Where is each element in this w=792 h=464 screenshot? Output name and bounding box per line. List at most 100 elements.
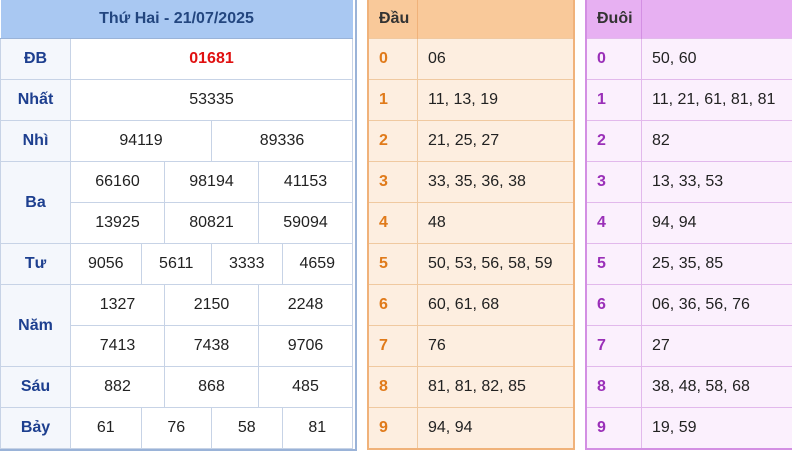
dau-numbers: 06	[417, 38, 573, 80]
prize-row-ba: Ba 66160 98194 41153	[0, 161, 353, 244]
dau-numbers: 33, 35, 36, 38	[417, 161, 573, 203]
results-table: Thứ Hai - 21/07/2025 ĐB 01681 Nhất 53335…	[0, 0, 353, 449]
prize-row-sau: Sáu 882 868 485	[0, 366, 353, 408]
prize-value: 868	[164, 366, 259, 408]
prize-value: 9056	[70, 243, 142, 285]
prize-row-db: ĐB 01681	[0, 38, 353, 80]
dau-row: 8 81, 81, 82, 85	[369, 366, 573, 408]
duoi-digit: 8	[587, 366, 642, 408]
prize-value: 66160	[70, 161, 165, 203]
duoi-row: 9 19, 59	[587, 407, 792, 448]
dau-row: 7 76	[369, 325, 573, 367]
prize-row-nhat: Nhất 53335	[0, 79, 353, 121]
duoi-row: 8 38, 48, 58, 68	[587, 366, 792, 408]
dau-row: 4 48	[369, 202, 573, 244]
dau-digit: 5	[369, 243, 418, 285]
dau-numbers: 60, 61, 68	[417, 284, 573, 326]
duoi-numbers: 82	[641, 120, 792, 162]
duoi-numbers: 19, 59	[641, 407, 792, 448]
duoi-digit: 7	[587, 325, 642, 367]
dau-digit: 2	[369, 120, 418, 162]
dau-digit: 4	[369, 202, 418, 244]
duoi-numbers: 50, 60	[641, 38, 792, 80]
prize-value: 81	[281, 407, 353, 449]
dau-row: 5 50, 53, 56, 58, 59	[369, 243, 573, 285]
duoi-row: 2 82	[587, 120, 792, 162]
dau-numbers: 94, 94	[417, 407, 573, 448]
dau-digit: 8	[369, 366, 418, 408]
prize-label: Sáu	[0, 366, 71, 408]
duoi-digit: 2	[587, 120, 642, 162]
duoi-panel: Đuôi 0 50, 60 1 11, 21, 61, 81, 81 2 82 3 13, 3…	[585, 0, 792, 450]
results-panel: Thứ Hai - 21/07/2025 ĐB 01681 Nhất 53335…	[0, 0, 357, 451]
prize-row-nhi: Nhì 94119 89336	[0, 120, 353, 162]
prize-value: 41153	[258, 161, 353, 203]
prize-value: 94119	[70, 120, 212, 162]
duoi-header-blank	[641, 0, 792, 39]
duoi-header: Đuôi	[587, 0, 642, 39]
duoi-digit: 1	[587, 79, 642, 121]
duoi-row: 0 50, 60	[587, 38, 792, 80]
prize-value: 89336	[211, 120, 353, 162]
duoi-numbers: 25, 35, 85	[641, 243, 792, 285]
prize-row-nam: Năm 1327 2150 2248	[0, 284, 353, 367]
duoi-digit: 6	[587, 284, 642, 326]
results-title: Thứ Hai - 21/07/2025	[0, 0, 353, 39]
prize-value: 2150	[164, 284, 259, 326]
duoi-digit: 0	[587, 38, 642, 80]
dau-digit: 0	[369, 38, 418, 80]
prize-value: 7413	[70, 325, 165, 367]
prize-value: 7438	[164, 325, 259, 367]
prize-value: 59094	[258, 202, 353, 244]
dau-row: 1 11, 13, 19	[369, 79, 573, 121]
dau-digit: 1	[369, 79, 418, 121]
duoi-numbers: 13, 33, 53	[641, 161, 792, 203]
prize-label: Nhất	[0, 79, 71, 121]
dau-numbers: 81, 81, 82, 85	[417, 366, 573, 408]
duoi-digit: 4	[587, 202, 642, 244]
prize-value: 53335	[70, 79, 353, 121]
prize-value: 58	[211, 407, 283, 449]
duoi-numbers: 27	[641, 325, 792, 367]
dau-header-blank	[417, 0, 573, 39]
duoi-row: 5 25, 35, 85	[587, 243, 792, 285]
dau-row: 6 60, 61, 68	[369, 284, 573, 326]
prize-row-bay: Bảy 61 76 58 81	[0, 407, 353, 449]
dau-numbers: 50, 53, 56, 58, 59	[417, 243, 573, 285]
dau-row: 3 33, 35, 36, 38	[369, 161, 573, 203]
duoi-row: 4 94, 94	[587, 202, 792, 244]
dau-digit: 3	[369, 161, 418, 203]
dau-row: 0 06	[369, 38, 573, 80]
prize-value: 61	[70, 407, 142, 449]
prize-value: 485	[258, 366, 353, 408]
dau-numbers: 11, 13, 19	[417, 79, 573, 121]
dau-header: Đầu	[369, 0, 418, 39]
prize-label: ĐB	[0, 38, 71, 80]
prize-value: 9706	[258, 325, 353, 367]
prize-value: 3333	[211, 243, 283, 285]
prize-value: 5611	[140, 243, 212, 285]
dau-digit: 7	[369, 325, 418, 367]
dau-row: 9 94, 94	[369, 407, 573, 448]
duoi-row: 7 27	[587, 325, 792, 367]
dau-table: Đầu 0 06 1 11, 13, 19 2 21, 25, 27 3 33, 35, 36…	[369, 0, 573, 448]
prize-label: Năm	[0, 284, 71, 367]
prize-value: 01681	[70, 38, 353, 80]
prize-label: Ba	[0, 161, 71, 244]
prize-label: Bảy	[0, 407, 71, 449]
dau-numbers: 76	[417, 325, 573, 367]
duoi-numbers: 06, 36, 56, 76	[641, 284, 792, 326]
dau-numbers: 48	[417, 202, 573, 244]
prize-row-tu: Tư 9056 5611 3333 4659	[0, 243, 353, 285]
prize-label: Nhì	[0, 120, 71, 162]
dau-panel: Đầu 0 06 1 11, 13, 19 2 21, 25, 27 3 33, 35, 36…	[367, 0, 575, 450]
prize-value: 80821	[164, 202, 259, 244]
duoi-row: 3 13, 33, 53	[587, 161, 792, 203]
dau-numbers: 21, 25, 27	[417, 120, 573, 162]
duoi-digit: 5	[587, 243, 642, 285]
prize-value: 13925	[70, 202, 165, 244]
prize-value: 98194	[164, 161, 259, 203]
prize-label: Tư	[0, 243, 71, 285]
prize-value: 882	[70, 366, 165, 408]
duoi-row: 1 11, 21, 61, 81, 81	[587, 79, 792, 121]
